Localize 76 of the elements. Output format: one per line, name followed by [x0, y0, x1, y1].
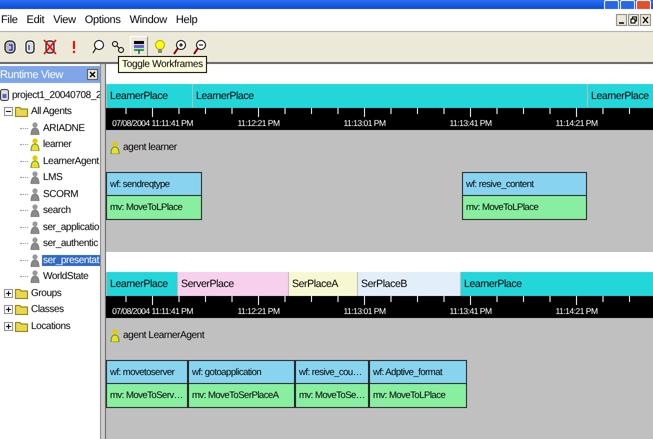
tree-item[interactable]: LMS: [42, 172, 64, 184]
zoom-in-icon[interactable]: [172, 37, 188, 57]
zoom-out-icon[interactable]: [192, 37, 208, 57]
time-label: 07/08/2004 11:11:41 PM: [112, 118, 193, 128]
expand-icon[interactable]: [4, 305, 13, 314]
menu-item[interactable]: View: [53, 14, 76, 26]
menu-item[interactable]: File: [1, 14, 18, 26]
movement-block[interactable]: mv: MoveToLPlace: [106, 196, 202, 220]
tree-item[interactable]: ser_applicatio: [42, 222, 100, 233]
folder-icon: [15, 288, 28, 299]
place-bar: LearnerPlace: [192, 84, 587, 108]
movement-block[interactable]: mv: MoveToLPlace: [369, 384, 467, 408]
workframe-block[interactable]: wf: movetoserver: [106, 360, 188, 384]
tree-item[interactable]: SCORM: [42, 188, 80, 200]
movement-block[interactable]: mv: MoveToSerPlaceA: [188, 384, 295, 408]
tree-item[interactable]: ARIADNE: [42, 122, 86, 134]
close-icon[interactable]: [640, 14, 651, 26]
close-icon[interactable]: [87, 69, 98, 80]
menu-item[interactable]: Options: [84, 14, 121, 26]
folder-icon: [15, 304, 28, 316]
movement-block[interactable]: mv: MoveToLPlace: [462, 196, 587, 220]
agent-label: agent learner: [123, 142, 177, 152]
agent-icon: [110, 140, 120, 154]
menu-item[interactable]: Window: [130, 14, 167, 26]
minimize-button[interactable]: [604, 0, 619, 9]
time-label: 11:12:21 PM: [237, 118, 280, 128]
collapse-icon[interactable]: [4, 107, 13, 116]
workframe-block[interactable]: wf: gotoapplication: [188, 360, 295, 384]
tree-item[interactable]: All Agents: [30, 106, 72, 118]
menu-item[interactable]: Help: [176, 14, 198, 26]
workframe-block[interactable]: wf: sendreqtype: [106, 172, 202, 196]
project-icon: [0, 89, 9, 102]
movement-block[interactable]: mv: MoveToServ…: [106, 384, 188, 408]
tooltip: Toggle Workframes: [118, 56, 207, 73]
time-label: 11:13:01 PM: [343, 118, 386, 128]
agent-label: agent LearnerAgent: [123, 330, 204, 340]
close-button[interactable]: [636, 0, 651, 9]
tree-item[interactable]: ser_presentat: [42, 254, 100, 266]
tree-item[interactable]: search: [42, 205, 72, 216]
workframe-block[interactable]: wf: resive_cou…: [295, 360, 369, 384]
time-label: 11:12:21 PM: [237, 306, 280, 316]
expand-icon[interactable]: [4, 288, 13, 298]
tree-item[interactable]: Groups: [30, 288, 62, 299]
place-bar: LearnerPlace: [587, 84, 653, 108]
movement-block[interactable]: mv: MoveToSe…: [295, 384, 369, 408]
minimize-icon[interactable]: [616, 14, 627, 26]
menu-item[interactable]: Edit: [26, 14, 44, 26]
time-label: 07/08/2004 11:11:41 PM: [112, 306, 193, 316]
tree-item[interactable]: Classes: [30, 304, 65, 316]
tree-item[interactable]: Locations: [30, 320, 72, 332]
place-bar: LearnerPlace: [106, 84, 192, 108]
time-label: 11:14:21 PM: [555, 306, 598, 316]
tree-item[interactable]: WorldState: [42, 271, 90, 282]
place-bar: SerPlaceA: [288, 272, 357, 296]
tree-item[interactable]: LearnerAgent: [42, 156, 100, 167]
tree-item[interactable]: learner: [42, 139, 72, 150]
agent-icon: [110, 328, 120, 342]
workframe-block[interactable]: wf: Adptive_format: [369, 360, 467, 384]
tree-item[interactable]: project1_20040708_2: [11, 90, 102, 101]
crossed-out-icon[interactable]: [42, 37, 58, 57]
maximize-button[interactable]: [620, 0, 635, 9]
time-label: 11:13:01 PM: [343, 306, 386, 316]
place-bar: SerPlaceB: [357, 272, 460, 296]
workframe-block[interactable]: wf: resive_content: [462, 172, 587, 196]
panel-title: Runtime View: [0, 68, 63, 80]
restore-icon[interactable]: [628, 14, 639, 26]
place-bar: LearnerPlace: [106, 272, 177, 296]
tree-item[interactable]: ser_authentic: [42, 238, 99, 250]
expand-icon[interactable]: [4, 322, 13, 331]
time-label: 11:13:41 PM: [449, 118, 492, 128]
time-label: 11:14:21 PM: [555, 118, 598, 128]
place-bar: LearnerPlace: [460, 272, 653, 296]
folder-icon: [15, 106, 28, 118]
place-bar: ServerPlace: [177, 272, 288, 296]
time-label: 11:13:41 PM: [449, 306, 492, 316]
folder-icon: [15, 320, 28, 332]
